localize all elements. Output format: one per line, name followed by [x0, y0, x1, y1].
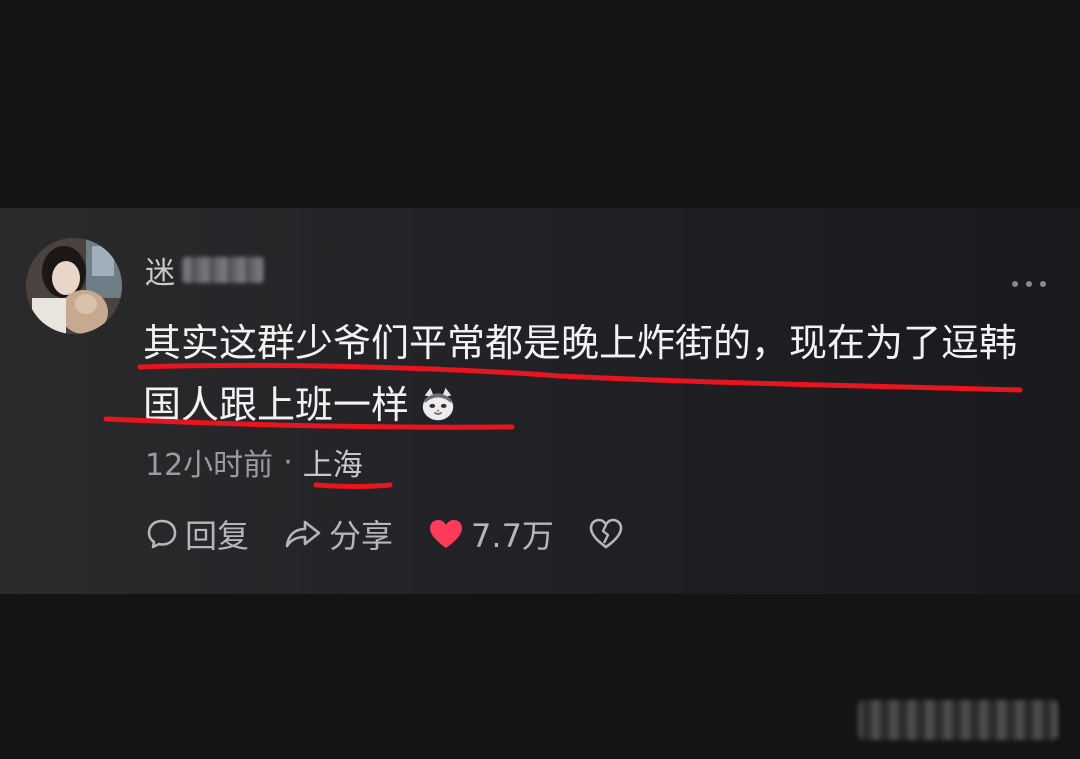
- username-redaction: [182, 257, 264, 283]
- comment-card: 迷 其实这群少爷们平常都是晚上炸街的，现在为了逗韩 国人跟上班一样 12小时前 …: [0, 208, 1080, 594]
- broken-heart-icon: [589, 518, 623, 549]
- share-arrow-icon: [285, 520, 321, 548]
- comment-text-line-2-text: 国人跟上班一样: [143, 383, 410, 427]
- heart-icon: [430, 520, 463, 548]
- comment-text-line-2: 国人跟上班一样: [143, 374, 1043, 436]
- comment-text-line-1: 其实这群少爷们平常都是晚上炸街的，现在为了逗韩: [143, 321, 1018, 365]
- reply-label: 回复: [185, 517, 250, 555]
- cat-face-icon: [422, 387, 454, 421]
- comment-bubble-icon: [147, 519, 177, 549]
- comment-actions: 回复 分享 7.7万: [145, 510, 664, 558]
- more-options-button[interactable]: [1012, 278, 1046, 290]
- comment-text: 其实这群少爷们平常都是晚上炸街的，现在为了逗韩 国人跟上班一样: [143, 312, 1043, 436]
- avatar[interactable]: [26, 238, 122, 334]
- like-button[interactable]: 7.7万: [427, 511, 554, 557]
- like-count: 7.7万: [471, 517, 554, 555]
- comment-location: 上海: [302, 448, 363, 483]
- share-label: 分享: [329, 517, 394, 555]
- avatar-photo: [26, 238, 122, 334]
- watermark-redaction: [858, 700, 1058, 740]
- meta-separator: ·: [283, 444, 293, 480]
- reply-button[interactable]: 回复: [145, 511, 249, 557]
- comment-meta: 12小时前 · 上海: [145, 440, 363, 484]
- share-button[interactable]: 分享: [283, 511, 393, 557]
- username[interactable]: 迷: [145, 248, 176, 292]
- dot-icon: [1012, 281, 1018, 287]
- dot-icon: [1026, 281, 1032, 287]
- username-row[interactable]: 迷: [145, 248, 264, 292]
- comment-time: 12小时前: [145, 448, 274, 483]
- dislike-button[interactable]: [588, 517, 630, 551]
- screenshot-page: 迷 其实这群少爷们平常都是晚上炸街的，现在为了逗韩 国人跟上班一样 12小时前 …: [0, 0, 1080, 759]
- dot-icon: [1040, 281, 1046, 287]
